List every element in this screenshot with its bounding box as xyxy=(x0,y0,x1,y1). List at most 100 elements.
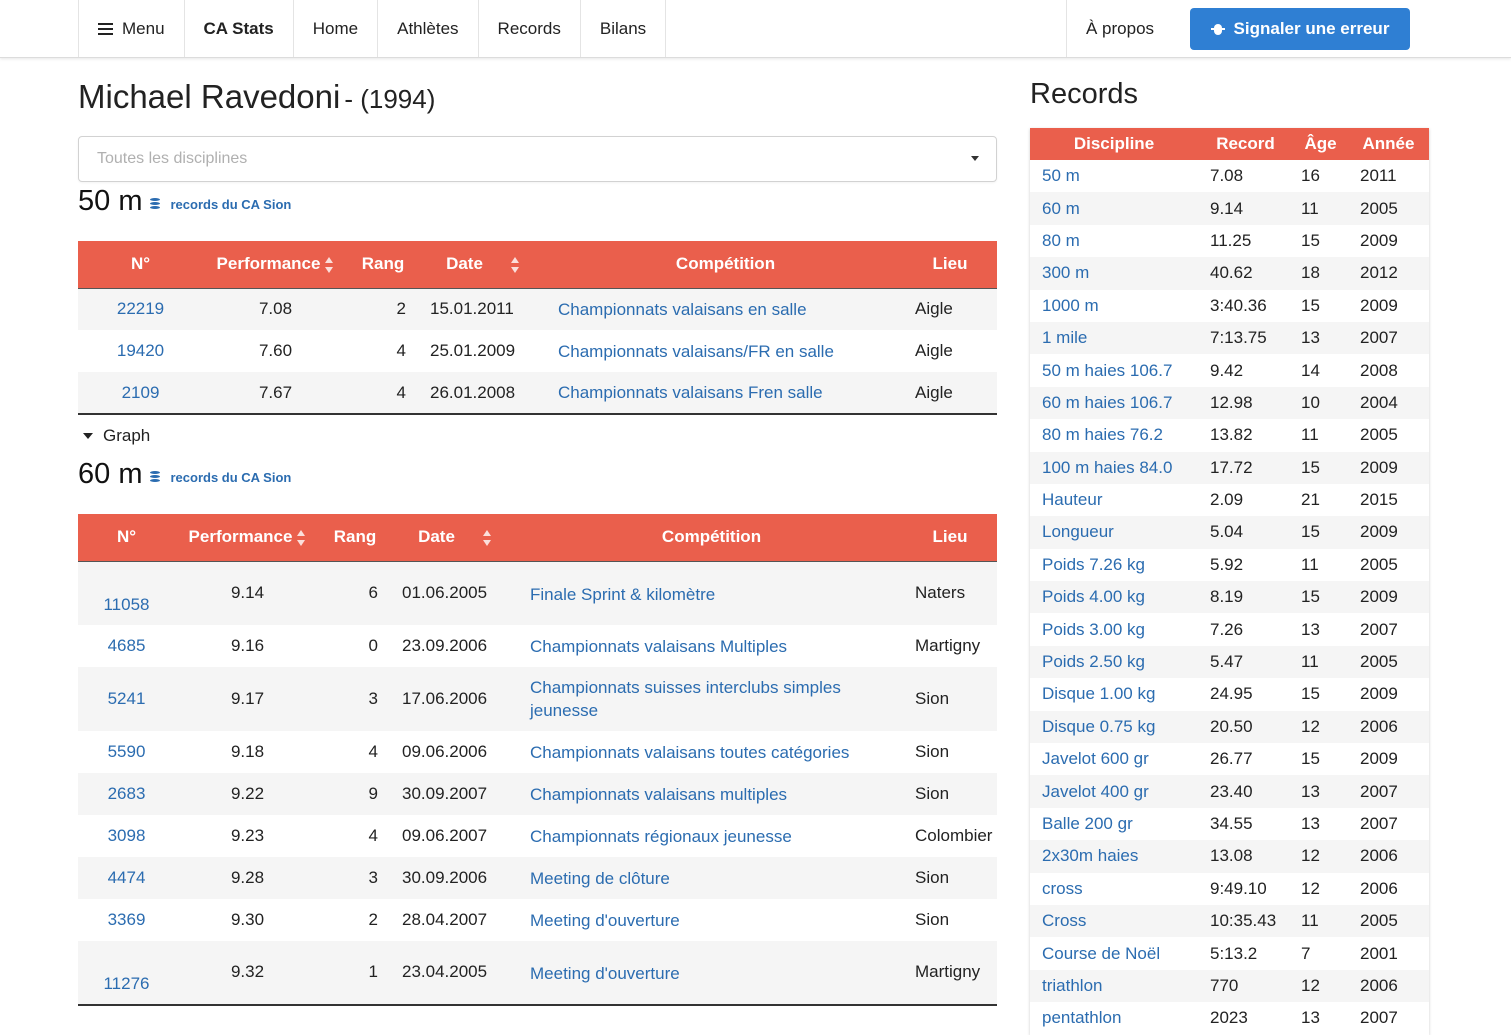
records-header-row: Discipline Record Âge Année xyxy=(1030,128,1429,160)
table-header-row: N° Performance Rang Date Compétition Lie… xyxy=(78,241,997,288)
performance-id-link[interactable]: 11058 xyxy=(78,561,175,625)
discipline-name: 60 m xyxy=(78,458,143,490)
record-discipline-link[interactable]: 1000 m xyxy=(1030,290,1198,322)
table-row: 11276 9.32 1 23.04.2005 Meeting d'ouverture M… xyxy=(78,941,997,1005)
record-discipline-link[interactable]: Course de Noël xyxy=(1030,937,1198,969)
nav-home[interactable]: Home xyxy=(294,0,379,57)
record-discipline-link[interactable]: 50 m haies 106.7 xyxy=(1030,354,1198,386)
record-discipline-link[interactable]: pentathlon xyxy=(1030,1002,1198,1034)
competition-link[interactable]: Championnats suisses interclubs simples … xyxy=(520,667,903,731)
table-row: 2109 7.67 4 26.01.2008 Championnats valaisan… xyxy=(78,372,997,414)
record-age: 15 xyxy=(1301,522,1320,542)
brand-link[interactable]: CA Stats xyxy=(185,0,294,57)
col-performance[interactable]: Performance xyxy=(175,514,320,561)
record-discipline-link[interactable]: Cross xyxy=(1030,905,1198,937)
record-discipline-link[interactable]: Disque 0.75 kg xyxy=(1030,711,1198,743)
record-value: 17.72 xyxy=(1210,457,1253,477)
rank-value: 6 xyxy=(368,582,378,602)
nav-records[interactable]: Records xyxy=(479,0,581,57)
nav-about[interactable]: À propos xyxy=(1066,0,1173,57)
record-discipline-link[interactable]: 100 m haies 84.0 xyxy=(1030,452,1198,484)
competition-link[interactable]: Meeting d'ouverture xyxy=(520,899,903,941)
competition-link[interactable]: Championnats valaisans toutes catégories xyxy=(520,731,903,773)
record-discipline-link[interactable]: Poids 3.00 kg xyxy=(1030,613,1198,645)
competition-link[interactable]: Championnats valaisans/FR en salle xyxy=(548,330,903,372)
menu-button[interactable]: Menu xyxy=(79,0,185,57)
record-discipline-link[interactable]: 80 m xyxy=(1030,225,1198,257)
graph-toggle[interactable]: Graph xyxy=(83,426,150,446)
performance-id-link[interactable]: 4685 xyxy=(78,625,175,667)
performance-id-link[interactable]: 11276 xyxy=(78,941,175,1005)
report-error-button[interactable]: Signaler une erreur xyxy=(1190,8,1410,50)
record-discipline-link[interactable]: Poids 2.50 kg xyxy=(1030,646,1198,678)
record-value: 13.08 xyxy=(1210,846,1253,866)
col-date[interactable]: Date xyxy=(390,514,520,561)
record-discipline-link[interactable]: Poids 7.26 kg xyxy=(1030,549,1198,581)
record-discipline-link[interactable]: 300 m xyxy=(1030,257,1198,289)
competition-link[interactable]: Championnats régionaux jeunesse xyxy=(520,815,903,857)
performance-id-link[interactable]: 5241 xyxy=(78,667,175,731)
database-icon xyxy=(150,471,161,483)
record-discipline-link[interactable]: Poids 4.00 kg xyxy=(1030,581,1198,613)
performance-value: 9.28 xyxy=(230,868,265,887)
record-discipline-link[interactable]: Disque 1.00 kg xyxy=(1030,678,1198,710)
athlete-year: - (1994) xyxy=(344,84,436,114)
competition-link[interactable]: Championnats valaisans Fren salle xyxy=(548,372,903,414)
performance-id-link[interactable]: 2683 xyxy=(78,773,175,815)
discipline-heading: 60 m records du CA Sion xyxy=(78,458,291,491)
record-value: 12.98 xyxy=(1210,392,1253,412)
record-year: 2005 xyxy=(1360,911,1398,931)
record-year: 2009 xyxy=(1360,587,1398,607)
discipline-select[interactable]: Toutes les disciplines xyxy=(78,136,997,182)
col-performance[interactable]: Performance xyxy=(203,241,348,288)
performance-id-link[interactable]: 3098 xyxy=(78,815,175,857)
performance-id-link[interactable]: 3369 xyxy=(78,899,175,941)
record-value: 10:35.43 xyxy=(1210,911,1277,931)
record-discipline-link[interactable]: Hauteur xyxy=(1030,484,1198,516)
record-discipline-link[interactable]: 1 mile xyxy=(1030,322,1198,354)
competition-link[interactable]: Championnats valaisans multiples xyxy=(520,773,903,815)
record-discipline-link[interactable]: Javelot 600 gr xyxy=(1030,743,1198,775)
col-place: Lieu xyxy=(932,527,968,547)
record-year: 2007 xyxy=(1360,1008,1398,1028)
performance-id-link[interactable]: 2109 xyxy=(78,372,203,414)
record-age: 14 xyxy=(1301,360,1320,380)
record-discipline-link[interactable]: 2x30m haies xyxy=(1030,840,1198,872)
record-discipline-link[interactable]: Javelot 400 gr xyxy=(1030,775,1198,807)
table-row: 3098 9.23 4 09.06.2007 Championnats régionau… xyxy=(78,815,997,857)
performance-id-link[interactable]: 5590 xyxy=(78,731,175,773)
club-records-link[interactable]: records du CA Sion xyxy=(150,197,291,212)
performance-id-link[interactable]: 4474 xyxy=(78,857,175,899)
nav-bilans[interactable]: Bilans xyxy=(581,0,667,57)
record-age: 21 xyxy=(1301,490,1320,510)
record-year: 2007 xyxy=(1360,781,1398,801)
competition-link[interactable]: Championnats valaisans Multiples xyxy=(520,625,903,667)
col-date[interactable]: Date xyxy=(418,241,548,288)
performance-id-link[interactable]: 19420 xyxy=(78,330,203,372)
table-row: 5241 9.17 3 17.06.2006 Championnats suisses … xyxy=(78,667,997,731)
club-records-link[interactable]: records du CA Sion xyxy=(150,470,291,485)
record-discipline-link[interactable]: Balle 200 gr xyxy=(1030,808,1198,840)
record-discipline-link[interactable]: 80 m haies 76.2 xyxy=(1030,419,1198,451)
record-age: 15 xyxy=(1301,587,1320,607)
record-age: 7 xyxy=(1301,943,1311,963)
competition-link[interactable]: Meeting d'ouverture xyxy=(520,941,903,1005)
competition-link[interactable]: Championnats valaisans en salle xyxy=(548,288,903,330)
record-discipline-link[interactable]: 60 m haies 106.7 xyxy=(1030,387,1198,419)
record-age: 15 xyxy=(1301,457,1320,477)
discipline-heading: 50 m records du CA Sion xyxy=(78,185,291,218)
record-discipline-link[interactable]: 50 m xyxy=(1030,160,1198,192)
record-discipline-link[interactable]: Longueur xyxy=(1030,516,1198,548)
record-discipline-link[interactable]: cross xyxy=(1030,873,1198,905)
record-discipline-link[interactable]: triathlon xyxy=(1030,970,1198,1002)
records-row: Longueur 5.04 15 2009 xyxy=(1030,516,1429,549)
record-value: 7.08 xyxy=(1210,166,1244,186)
competition-link[interactable]: Meeting de clôture xyxy=(520,857,903,899)
record-value: 13.82 xyxy=(1210,425,1253,445)
record-discipline-link[interactable]: 60 m xyxy=(1030,192,1198,224)
rank-value: 0 xyxy=(368,636,378,655)
place-value: Naters xyxy=(915,582,966,602)
performance-id-link[interactable]: 22219 xyxy=(78,288,203,330)
nav-athletes[interactable]: Athlètes xyxy=(378,0,479,57)
competition-link[interactable]: Finale Sprint & kilomètre xyxy=(520,561,903,625)
